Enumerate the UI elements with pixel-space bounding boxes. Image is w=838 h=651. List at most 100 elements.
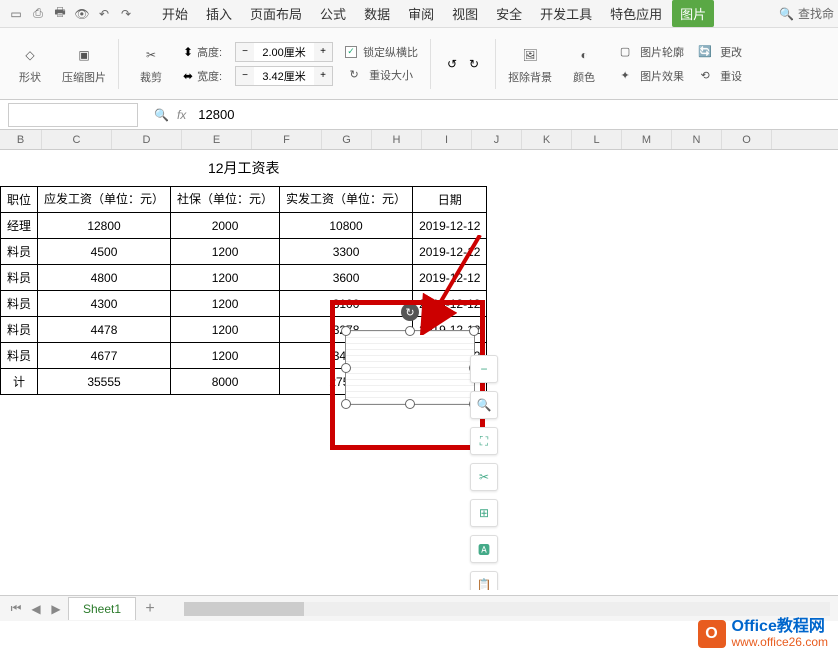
tab-view[interactable]: 视图 bbox=[444, 0, 486, 27]
col-B[interactable]: B bbox=[0, 130, 42, 149]
rotate-left-icon[interactable]: ↺ bbox=[443, 55, 461, 73]
open-icon[interactable]: ⎙ bbox=[30, 6, 46, 22]
table-cell[interactable]: 计 bbox=[1, 369, 38, 395]
resize-handle-tm[interactable] bbox=[405, 326, 415, 336]
col-M[interactable]: M bbox=[622, 130, 672, 149]
float-fit[interactable]: ⛶ bbox=[470, 427, 498, 455]
sheet-area[interactable]: B C D E F G H I J K L M N O 12月工资表 职位 应发… bbox=[0, 130, 838, 590]
new-icon[interactable]: ▭ bbox=[8, 6, 24, 22]
table-cell[interactable]: 10800 bbox=[280, 213, 413, 239]
redo-icon[interactable]: ↷ bbox=[118, 6, 134, 22]
sheet-nav-next[interactable]: ▶ bbox=[48, 601, 64, 617]
float-ocr[interactable]: 🅰 bbox=[470, 535, 498, 563]
print-icon[interactable]: 🖶 bbox=[52, 6, 68, 22]
horizontal-scrollbar[interactable]: ◀ bbox=[184, 602, 830, 616]
tab-special[interactable]: 特色应用 bbox=[602, 0, 670, 27]
table-cell[interactable]: 4800 bbox=[38, 265, 171, 291]
fx-icon[interactable]: fx bbox=[177, 108, 186, 122]
tab-security[interactable]: 安全 bbox=[488, 0, 530, 27]
table-cell[interactable]: 2000 bbox=[171, 213, 280, 239]
table-cell[interactable]: 1200 bbox=[171, 343, 280, 369]
search-area[interactable]: 🔍 查找命 bbox=[779, 5, 834, 22]
tab-review[interactable]: 审阅 bbox=[400, 0, 442, 27]
col-G[interactable]: G bbox=[322, 130, 372, 149]
table-cell[interactable]: 料员 bbox=[1, 239, 38, 265]
lock-ratio-checkbox[interactable]: ✓ bbox=[345, 46, 357, 58]
table-cell[interactable]: 8000 bbox=[171, 369, 280, 395]
inserted-image[interactable]: ↻ bbox=[345, 330, 475, 405]
name-box[interactable] bbox=[8, 103, 138, 127]
table-cell[interactable]: 1200 bbox=[171, 291, 280, 317]
float-zoom-in[interactable]: 🔍 bbox=[470, 391, 498, 419]
table-cell[interactable]: 1200 bbox=[171, 317, 280, 343]
outline-button[interactable]: ▢ 图片轮廓 bbox=[616, 43, 684, 61]
sheet-nav-first[interactable]: ⏮ bbox=[8, 601, 24, 617]
tab-picture[interactable]: 图片 bbox=[672, 0, 714, 27]
table-cell[interactable]: 2019-12-12 bbox=[413, 213, 487, 239]
col-O[interactable]: O bbox=[722, 130, 772, 149]
scrollbar-thumb[interactable] bbox=[184, 602, 304, 616]
tab-insert[interactable]: 插入 bbox=[198, 0, 240, 27]
resize-handle-ml[interactable] bbox=[341, 363, 351, 373]
undo-icon[interactable]: ↶ bbox=[96, 6, 112, 22]
float-zoom-out[interactable]: − bbox=[470, 355, 498, 383]
table-cell[interactable]: 4478 bbox=[38, 317, 171, 343]
table-cell[interactable]: 12800 bbox=[38, 213, 171, 239]
tab-devtools[interactable]: 开发工具 bbox=[532, 0, 600, 27]
height-spinner[interactable]: − + bbox=[235, 42, 333, 62]
table-cell[interactable]: 2019-12-12 bbox=[413, 291, 487, 317]
tab-data[interactable]: 数据 bbox=[356, 0, 398, 27]
table-cell[interactable]: 2019-12-12 bbox=[413, 239, 487, 265]
table-cell[interactable]: 35555 bbox=[38, 369, 171, 395]
table-cell[interactable]: 3300 bbox=[280, 239, 413, 265]
table-cell[interactable]: 1200 bbox=[171, 265, 280, 291]
preview-icon[interactable]: 👁 bbox=[74, 6, 90, 22]
zoom-icon[interactable]: 🔍 bbox=[154, 108, 169, 122]
float-grid[interactable]: ⊞ bbox=[470, 499, 498, 527]
col-I[interactable]: I bbox=[422, 130, 472, 149]
compress-button[interactable]: ▣ 压缩图片 bbox=[62, 43, 106, 85]
resize-handle-bm[interactable] bbox=[405, 399, 415, 409]
table-row[interactable]: 料员4800120036002019-12-12 bbox=[1, 265, 487, 291]
color-button[interactable]: ◐ 颜色 bbox=[564, 43, 604, 85]
remove-bg-button[interactable]: 🖼 抠除背景 bbox=[508, 43, 552, 85]
table-row[interactable]: 料员4500120033002019-12-12 bbox=[1, 239, 487, 265]
height-input[interactable] bbox=[254, 46, 314, 58]
table-cell[interactable]: 1200 bbox=[171, 239, 280, 265]
rotate-right-icon[interactable]: ↻ bbox=[465, 55, 483, 73]
effects-button[interactable]: ✦ 图片效果 bbox=[616, 67, 684, 85]
float-crop[interactable]: ✂ bbox=[470, 463, 498, 491]
col-N[interactable]: N bbox=[672, 130, 722, 149]
table-cell[interactable]: 3600 bbox=[280, 265, 413, 291]
height-increase[interactable]: + bbox=[314, 43, 332, 61]
table-cell[interactable]: 料员 bbox=[1, 265, 38, 291]
formula-input[interactable] bbox=[194, 103, 830, 126]
resize-handle-tl[interactable] bbox=[341, 326, 351, 336]
add-sheet-button[interactable]: + bbox=[140, 599, 160, 619]
col-D[interactable]: D bbox=[112, 130, 182, 149]
table-cell[interactable]: 4677 bbox=[38, 343, 171, 369]
col-E[interactable]: E bbox=[182, 130, 252, 149]
resize-handle-tr[interactable] bbox=[469, 326, 479, 336]
reset-size-button[interactable]: ↻ 重设大小 bbox=[345, 66, 418, 84]
shape-button[interactable]: ◇ 形状 bbox=[10, 43, 50, 85]
width-decrease[interactable]: − bbox=[236, 67, 254, 85]
float-copy[interactable]: 📋 bbox=[470, 571, 498, 590]
table-cell[interactable]: 4500 bbox=[38, 239, 171, 265]
col-J[interactable]: J bbox=[472, 130, 522, 149]
rotate-handle[interactable]: ↻ bbox=[401, 303, 419, 321]
reset-button[interactable]: ⟲ 重设 bbox=[696, 67, 742, 85]
tab-layout[interactable]: 页面布局 bbox=[242, 0, 310, 27]
sheet-nav-prev[interactable]: ◀ bbox=[28, 601, 44, 617]
table-cell[interactable]: 4300 bbox=[38, 291, 171, 317]
sheet-tab-1[interactable]: Sheet1 bbox=[68, 597, 136, 620]
change-button[interactable]: 🔄 更改 bbox=[696, 43, 742, 61]
crop-button[interactable]: ✂ 裁剪 bbox=[131, 43, 171, 85]
table-row[interactable]: 经理128002000108002019-12-12 bbox=[1, 213, 487, 239]
col-F[interactable]: F bbox=[252, 130, 322, 149]
table-cell[interactable]: 料员 bbox=[1, 317, 38, 343]
table-cell[interactable]: 料员 bbox=[1, 291, 38, 317]
tab-start[interactable]: 开始 bbox=[154, 0, 196, 27]
table-cell[interactable]: 2019-12-12 bbox=[413, 265, 487, 291]
tab-formula[interactable]: 公式 bbox=[312, 0, 354, 27]
